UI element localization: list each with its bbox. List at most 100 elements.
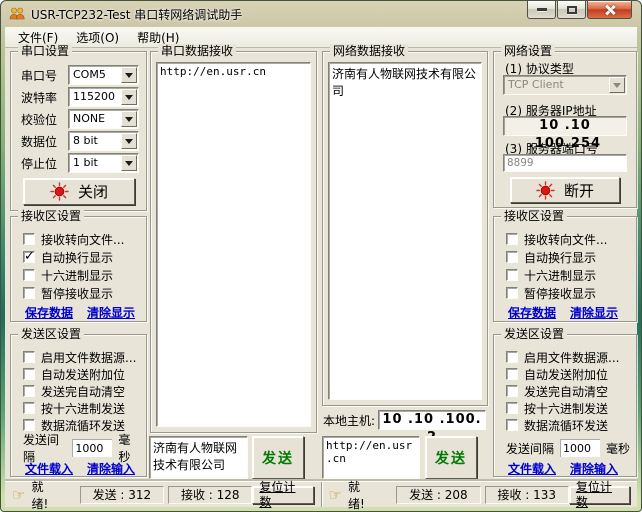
network-send-auto-clear-checkbox[interactable]: 发送完自动清空 <box>506 383 632 399</box>
checkbox-box[interactable] <box>23 251 35 263</box>
clear-input-link[interactable]: 清除输入 <box>570 460 618 477</box>
baud-rate-select[interactable]: 115200 <box>68 87 139 107</box>
network-recv-redirect-file-checkbox[interactable]: 接收转向文件... <box>506 231 632 247</box>
serial-recv-redirect-file-checkbox[interactable]: 接收转向文件... <box>23 231 142 247</box>
checkbox-box[interactable] <box>506 233 518 245</box>
data-bits-select[interactable]: 8 bit <box>68 131 139 151</box>
chevron-down-icon[interactable] <box>121 155 137 171</box>
network-send-append-bit-checkbox[interactable]: 自动发送附加位 <box>506 366 632 382</box>
parity-row: 校验位 NONE <box>21 109 139 129</box>
network-status-ready: 就绪! <box>348 478 376 512</box>
serial-send-links: 文件载入 清除输入 <box>25 460 135 477</box>
stop-bits-select[interactable]: 1 bit <box>68 153 139 173</box>
serial-close-button[interactable]: 关闭 <box>23 178 135 205</box>
chevron-down-icon[interactable] <box>121 89 137 105</box>
clear-display-link[interactable]: 清除显示 <box>570 304 618 321</box>
checkbox-box[interactable] <box>23 287 35 299</box>
serial-send-hex-checkbox[interactable]: 按十六进制发送 <box>23 400 142 416</box>
serial-recv-auto-newline-checkbox[interactable]: 自动换行显示 <box>23 249 142 265</box>
network-send-button[interactable]: 发送 <box>425 436 477 479</box>
clear-input-link[interactable]: 清除输入 <box>87 460 135 477</box>
checkbox-box[interactable] <box>506 351 518 363</box>
checkbox-box[interactable] <box>506 402 518 414</box>
protocol-select[interactable]: TCP Client <box>503 75 627 95</box>
network-send-hex-checkbox[interactable]: 按十六进制发送 <box>506 400 632 416</box>
network-send-input[interactable]: http://en.usr.cn <box>322 436 420 479</box>
chevron-down-icon[interactable] <box>121 111 137 127</box>
stop-bits-row: 停止位 1 bit <box>21 153 139 173</box>
checkbox-box[interactable] <box>506 269 518 281</box>
checkbox-box[interactable] <box>506 368 518 380</box>
minimize-button[interactable] <box>527 1 556 19</box>
checkbox-box[interactable] <box>23 351 35 363</box>
network-recv-auto-newline-checkbox[interactable]: 自动换行显示 <box>506 249 632 265</box>
serial-recv-settings-title: 接收区设置 <box>18 209 84 224</box>
checkbox-box[interactable] <box>506 385 518 397</box>
close-button[interactable] <box>587 1 632 19</box>
serial-send-interval-row: 发送间隔 毫秒 <box>23 438 140 458</box>
checkbox-box[interactable] <box>506 287 518 299</box>
led-indicator-icon <box>536 181 555 200</box>
network-interval-input[interactable] <box>560 439 600 457</box>
checkbox-box[interactable] <box>23 233 35 245</box>
serial-recv-pause-checkbox[interactable]: 暂停接收显示 <box>23 285 142 301</box>
serial-send-auto-clear-checkbox[interactable]: 发送完自动清空 <box>23 383 142 399</box>
load-file-link[interactable]: 文件载入 <box>25 460 73 477</box>
stop-bits-value: 1 bit <box>73 154 98 172</box>
serial-send-input[interactable]: 济南有人物联网技术有限公司 <box>149 436 248 479</box>
com-port-select[interactable]: COM5 <box>68 65 139 85</box>
network-recv-hex-display-checkbox[interactable]: 十六进制显示 <box>506 267 632 283</box>
server-port-field[interactable]: 8899 <box>503 154 627 172</box>
content-area: 串口设置 串口号 COM5 波特率 115200 校验位 <box>5 48 637 481</box>
serial-send-file-source-checkbox[interactable]: 启用文件数据源... <box>23 349 142 365</box>
local-host-row: 本地主机: 10 .10 .100. 2 <box>323 410 486 430</box>
network-recv-pause-checkbox[interactable]: 暂停接收显示 <box>506 285 632 301</box>
interval-label: 发送间隔 <box>506 440 554 457</box>
status-bar: ☞ 就绪! 发送 : 312 接收 : 128 复位计数 ☞ 就绪! 发送 : … <box>5 481 637 507</box>
server-ip-field[interactable]: 10 .10 .100.254 <box>503 116 627 136</box>
protocol-value: TCP Client <box>508 76 564 94</box>
parity-select[interactable]: NONE <box>68 109 139 129</box>
parity-value: NONE <box>73 110 105 128</box>
network-recv-settings-title: 接收区设置 <box>501 209 567 224</box>
chevron-down-icon <box>609 77 625 93</box>
baud-rate-value: 115200 <box>73 88 115 106</box>
network-send-settings-group: 发送区设置 启用文件数据源... 自动发送附加位 发送完自动清空 按十六进制发送 <box>493 334 637 477</box>
window-title: USR-TCP232-Test 串口转网络调试助手 <box>31 6 242 23</box>
serial-send-count: 发送 : 312 <box>80 486 164 504</box>
checkbox-box[interactable] <box>23 368 35 380</box>
client-area: 串口设置 串口号 COM5 波特率 115200 校验位 <box>5 48 637 507</box>
load-file-link[interactable]: 文件载入 <box>508 460 556 477</box>
clear-display-link[interactable]: 清除显示 <box>87 304 135 321</box>
chevron-down-icon[interactable] <box>121 133 137 149</box>
save-data-link[interactable]: 保存数据 <box>25 304 73 321</box>
checkbox-box[interactable] <box>506 419 518 431</box>
network-send-file-source-checkbox[interactable]: 启用文件数据源... <box>506 349 632 365</box>
serial-settings-title: 串口设置 <box>18 44 72 59</box>
serial-recv-settings-group: 接收区设置 接收转向文件... 自动换行显示 十六进制显示 暂停接收显示 <box>10 216 147 322</box>
baud-rate-label: 波特率 <box>21 89 68 106</box>
network-disconnect-button[interactable]: 断开 <box>510 177 620 203</box>
checkbox-box[interactable] <box>506 251 518 263</box>
chevron-down-icon[interactable] <box>121 67 137 83</box>
maximize-button[interactable] <box>557 1 586 19</box>
serial-interval-input[interactable] <box>72 439 112 457</box>
local-host-label: 本地主机: <box>323 412 375 429</box>
checkbox-box[interactable] <box>23 402 35 414</box>
serial-send-append-bit-checkbox[interactable]: 自动发送附加位 <box>23 366 142 382</box>
network-send-loop-checkbox[interactable]: 数据流循环发送 <box>506 417 632 433</box>
serial-data-group: 串口数据接收 http://en.usr.cn <box>150 51 317 433</box>
checkbox-box[interactable] <box>23 419 35 431</box>
checkbox-box[interactable] <box>23 269 35 281</box>
serial-receive-area[interactable]: http://en.usr.cn <box>156 62 311 427</box>
network-recv-settings-group: 接收区设置 接收转向文件... 自动换行显示 十六进制显示 暂停接收显示 <box>493 216 637 322</box>
menu-options[interactable]: 选项(O) <box>67 27 128 48</box>
serial-reset-count-button[interactable]: 复位计数 <box>252 486 313 504</box>
network-receive-area[interactable]: 济南有人物联网技术有限公司 <box>328 62 482 400</box>
checkbox-box[interactable] <box>23 385 35 397</box>
serial-recv-hex-display-checkbox[interactable]: 十六进制显示 <box>23 267 142 283</box>
serial-send-button[interactable]: 发送 <box>252 436 304 479</box>
network-reset-count-button[interactable]: 复位计数 <box>569 486 630 504</box>
save-data-link[interactable]: 保存数据 <box>508 304 556 321</box>
led-indicator-icon <box>50 182 69 201</box>
